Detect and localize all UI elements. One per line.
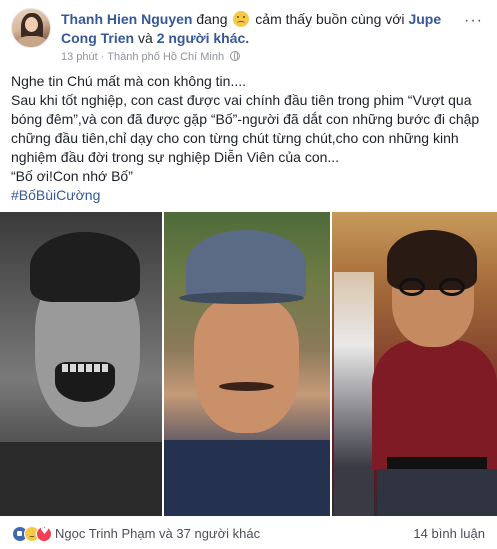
- feeling-prefix: đang: [196, 11, 228, 27]
- tagged-person-2[interactable]: Cong Trien: [61, 30, 134, 46]
- post-line: bóng đêm”,và con đã được gặp “Bố”-người …: [11, 111, 480, 127]
- photo-1-shirt: [0, 442, 162, 516]
- photo-1-hair: [30, 232, 140, 302]
- post-line: nghiệm đầu đời trong sự nghiệp Diễn Viên…: [11, 149, 340, 165]
- glasses-lens-right: [439, 278, 465, 296]
- sad-emoji-icon: [233, 11, 250, 27]
- post-line: chững đầu tiên,chỉ dạy cho con từng chút…: [11, 130, 459, 146]
- hashtag-link[interactable]: #BốBùiCường: [11, 186, 491, 205]
- photo-3-glasses: [395, 278, 471, 296]
- author-name[interactable]: Thanh Hien Nguyen: [61, 11, 192, 27]
- photo-grid: [0, 212, 497, 516]
- reactors-link[interactable]: Ngọc Trinh Phạm và 37 người khác: [55, 526, 260, 541]
- author-avatar[interactable]: [11, 8, 51, 48]
- author-line: Thanh Hien Nguyen đang cảm thấy buồn cùn…: [61, 10, 441, 28]
- photo-3-belt: [387, 457, 487, 469]
- photo-1-teeth: [62, 364, 108, 372]
- photo-2-cap: [186, 230, 306, 300]
- tagged-line: Cong Trien và 2 người khác.: [61, 29, 249, 47]
- photo-2-shirt: [164, 440, 330, 516]
- photo-2-face: [194, 298, 299, 433]
- more-options-icon[interactable]: ···: [464, 12, 483, 30]
- photo-3-pants: [377, 469, 497, 516]
- photo-3-shirt: [372, 340, 497, 470]
- love-icon: [36, 526, 52, 542]
- post-header: Thanh Hien Nguyen đang cảm thấy buồn cùn…: [0, 0, 497, 63]
- photo-2[interactable]: [164, 212, 330, 516]
- tagged-person-1[interactable]: Jupe: [408, 11, 441, 27]
- post-footer: Ngọc Trinh Phạm và 37 người khác 14 bình…: [0, 516, 497, 549]
- avatar-body: [16, 36, 48, 47]
- photo-2-mustache: [219, 382, 274, 391]
- comments-count-link[interactable]: 14 bình luận: [413, 526, 485, 541]
- post-line: Sau khi tốt nghiệp, con cast được vai ch…: [11, 92, 472, 108]
- tagged-others-link[interactable]: 2 người khác.: [157, 30, 249, 46]
- globe-icon[interactable]: [230, 51, 241, 61]
- glasses-lens-left: [399, 278, 425, 296]
- feeling-text: cảm thấy buồn cùng với: [255, 11, 405, 27]
- photo-2-cap-brim: [179, 292, 304, 304]
- post-line: “Bố ơi!Con nhớ Bố”: [11, 168, 133, 184]
- avatar-face: [25, 17, 38, 32]
- photo-3-background-person: [334, 272, 374, 516]
- post-body: Nghe tin Chú mất mà con không tin.... Sa…: [11, 72, 491, 205]
- tagged-conjunction: và: [138, 30, 153, 46]
- post-time[interactable]: 13 phút: [61, 51, 98, 63]
- post-meta: 13 phút · Thành phố Hồ Chí Minh: [61, 51, 241, 63]
- photo-1[interactable]: [0, 212, 162, 516]
- photo-3[interactable]: [332, 212, 497, 516]
- meta-separator: ·: [100, 51, 105, 63]
- post-line: Nghe tin Chú mất mà con không tin....: [11, 73, 247, 89]
- post-location[interactable]: Thành phố Hồ Chí Minh: [107, 51, 224, 63]
